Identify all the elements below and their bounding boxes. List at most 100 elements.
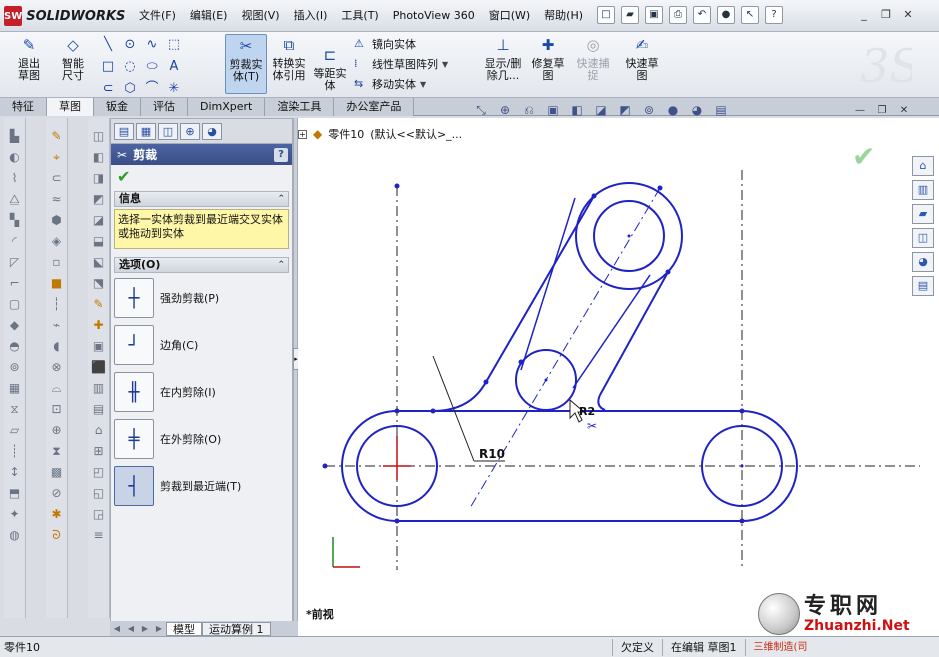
- next-tab-icon[interactable]: ▶: [138, 624, 152, 633]
- help-icon[interactable]: ?: [765, 6, 783, 24]
- repair-tool-icon[interactable]: ✚: [91, 317, 107, 334]
- option-trim-inside[interactable]: ╫ 在内剪除(I): [114, 370, 289, 414]
- extrude-icon[interactable]: ▙: [7, 128, 23, 145]
- tab-model[interactable]: 模型: [166, 621, 202, 636]
- more-tools-icon[interactable]: ≡: [91, 527, 107, 544]
- check-tool-icon[interactable]: ◲: [91, 506, 107, 523]
- display-manager-tab-icon[interactable]: ◕: [202, 123, 222, 140]
- move-entities-button[interactable]: ⇆ 移动实体 ▼: [354, 76, 426, 92]
- menu-view[interactable]: 视图(V): [234, 8, 286, 24]
- option-trim-to-closest[interactable]: ┤ 剪裁到最近端(T): [114, 464, 289, 508]
- fillet-feature-icon[interactable]: ◜: [7, 233, 23, 250]
- point-icon[interactable]: ✳: [164, 79, 184, 99]
- chamfer-tool-icon[interactable]: ⊡: [49, 401, 65, 418]
- quick-snaps-button[interactable]: ◎ 快速捕捉: [575, 34, 611, 94]
- appearances-icon[interactable]: ◕: [912, 252, 934, 272]
- slot-icon[interactable]: ⊂: [98, 79, 118, 99]
- view-left-icon[interactable]: ◨: [91, 170, 107, 187]
- tab-motion-study[interactable]: 运动算例 1: [202, 621, 271, 636]
- offset-entities-button[interactable]: ⊏ 等距实体: [311, 44, 349, 104]
- loft-icon[interactable]: ⧋: [7, 191, 23, 208]
- move-tool-icon[interactable]: ▩: [49, 464, 65, 481]
- plane-icon[interactable]: ▱: [7, 422, 23, 439]
- instant3d-icon[interactable]: ✦: [7, 506, 23, 523]
- view-orientation-icon[interactable]: ◪: [592, 103, 610, 118]
- power-trim-icon[interactable]: ┼: [114, 278, 154, 318]
- edit-appearance-icon[interactable]: ●: [664, 103, 682, 118]
- measure-tool-icon[interactable]: ◰: [91, 464, 107, 481]
- option-power-trim[interactable]: ┼ 强劲剪裁(P): [114, 276, 289, 320]
- sweep-icon[interactable]: ⌇: [7, 170, 23, 187]
- chevron-down-icon[interactable]: ▼: [442, 60, 448, 69]
- linear-tool-icon[interactable]: ▣: [91, 338, 107, 355]
- tab-render[interactable]: 渲染工具: [265, 98, 335, 116]
- menu-help[interactable]: 帮助(H): [537, 8, 590, 24]
- cut-icon[interactable]: ▚: [7, 212, 23, 229]
- dimxpert-manager-tab-icon[interactable]: ⊕: [180, 123, 200, 140]
- spline-tool-icon[interactable]: ≈: [49, 191, 65, 208]
- part-name[interactable]: 零件10: [328, 126, 364, 142]
- view-palette-icon[interactable]: ◫: [912, 228, 934, 248]
- first-tab-icon[interactable]: ◀: [110, 624, 124, 633]
- menu-file[interactable]: 文件(F): [132, 8, 183, 24]
- zoom-area-icon[interactable]: ⊕: [496, 103, 514, 118]
- grid-tool-icon[interactable]: ▥: [91, 380, 107, 397]
- restore-button[interactable]: ❐: [877, 7, 895, 23]
- feature-manager-tab-icon[interactable]: ▤: [114, 123, 134, 140]
- revolve-icon[interactable]: ◐: [7, 149, 23, 166]
- chamfer-icon[interactable]: ◸: [7, 254, 23, 271]
- ok-button[interactable]: ✔: [111, 165, 292, 189]
- menu-edit[interactable]: 编辑(E): [183, 8, 235, 24]
- section-tool-icon[interactable]: ⊞: [91, 443, 107, 460]
- smart-dimension-button[interactable]: ◇ 智能尺寸: [54, 34, 92, 94]
- menu-tools[interactable]: 工具(T): [334, 8, 385, 24]
- close-button[interactable]: ✕: [899, 7, 917, 23]
- layer-tool-icon[interactable]: ▤: [91, 401, 107, 418]
- new-icon[interactable]: □: [597, 6, 615, 24]
- dynamic-annotation-icon[interactable]: ◧: [568, 103, 586, 118]
- open-icon[interactable]: ▰: [621, 6, 639, 24]
- draft-icon[interactable]: ◆: [7, 317, 23, 334]
- design-library-icon[interactable]: ▥: [912, 180, 934, 200]
- fillet-icon[interactable]: ⌒: [142, 79, 162, 99]
- view-iso-icon[interactable]: ⬕: [91, 254, 107, 271]
- fillet-tool-icon[interactable]: ⌓: [49, 380, 65, 397]
- trim-closest-icon[interactable]: ┤: [114, 466, 154, 506]
- offset-tool-icon[interactable]: ⊕: [49, 422, 65, 439]
- sketch-edit-icon[interactable]: ✎: [91, 296, 107, 313]
- tab-dimxpert[interactable]: DimXpert: [188, 98, 266, 116]
- line-icon[interactable]: ╲: [98, 35, 118, 55]
- print-icon[interactable]: ⎙: [669, 6, 687, 24]
- curve-icon[interactable]: ↕: [7, 464, 23, 481]
- ref-tool-icon[interactable]: ⌂: [91, 422, 107, 439]
- file-explorer-icon[interactable]: ▰: [912, 204, 934, 224]
- rapid-sketch-button[interactable]: ✍ 快速草图: [622, 34, 662, 94]
- undo-icon[interactable]: ↶: [693, 6, 711, 24]
- viewport-minimize-button[interactable]: —: [852, 104, 868, 118]
- sketch-canvas[interactable]: ✂: [298, 118, 939, 636]
- sketch-3d-icon[interactable]: ⌖: [49, 149, 65, 166]
- dome-icon[interactable]: ◓: [7, 338, 23, 355]
- dimension-tool-icon[interactable]: ᘐ: [49, 527, 65, 544]
- viewport-close-button[interactable]: ✕: [896, 104, 912, 118]
- confirmation-corner-check-icon[interactable]: ✔: [852, 140, 875, 173]
- rib-icon[interactable]: ⌐: [7, 275, 23, 292]
- help-button[interactable]: ?: [274, 147, 288, 162]
- centerline-icon[interactable]: ┆: [49, 296, 65, 313]
- arc-tool-icon[interactable]: ⊂: [49, 170, 65, 187]
- quick-tool-icon[interactable]: ⬛: [91, 359, 107, 376]
- spline-icon[interactable]: ∿: [142, 35, 162, 55]
- scene-icon[interactable]: ◕: [688, 103, 706, 118]
- prev-tab-icon[interactable]: ◀: [124, 624, 138, 633]
- plane-tool-icon[interactable]: ⊗: [49, 359, 65, 376]
- hole-icon[interactable]: ⊚: [7, 359, 23, 376]
- view-normal-icon[interactable]: ⬔: [91, 275, 107, 292]
- tab-evaluate[interactable]: 评估: [141, 98, 188, 116]
- text-tool-icon[interactable]: ◖: [49, 338, 65, 355]
- corner-trim-icon[interactable]: ┘: [114, 325, 154, 365]
- tab-features[interactable]: 特征: [0, 98, 47, 116]
- view-bottom-icon[interactable]: ⬓: [91, 233, 107, 250]
- previous-view-icon[interactable]: ⎌: [520, 103, 538, 118]
- ellipse-icon[interactable]: ⬭: [142, 57, 162, 77]
- block-icon[interactable]: ■: [49, 275, 65, 292]
